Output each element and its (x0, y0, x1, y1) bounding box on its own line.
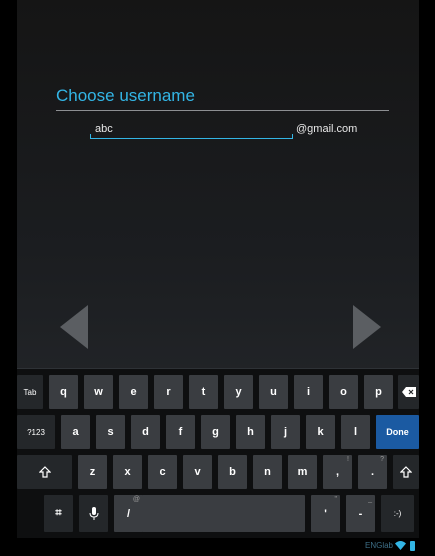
key-period[interactable]: . ? (358, 455, 387, 489)
key-dash[interactable]: - _ (346, 495, 375, 532)
key-comma-alt: ! (347, 456, 349, 463)
key-smiley[interactable]: :-) (381, 495, 414, 532)
key-c[interactable]: c (148, 455, 177, 489)
shift-icon (400, 466, 412, 478)
key-j[interactable]: j (271, 415, 300, 449)
shift-icon (38, 466, 51, 478)
soft-keyboard: Tab q w e r t y u i o p ?123 a s d f g h… (17, 368, 419, 539)
username-input-underline (90, 138, 293, 139)
key-i[interactable]: i (294, 375, 323, 409)
key-b[interactable]: b (218, 455, 247, 489)
done-button[interactable]: Done (376, 415, 419, 449)
page-title: Choose username (56, 86, 195, 105)
key-symbols[interactable]: ?123 (17, 415, 55, 449)
key-x[interactable]: x (113, 455, 142, 489)
key-z[interactable]: z (78, 455, 107, 489)
key-h[interactable]: h (236, 415, 265, 449)
domain-suffix: @gmail.com (296, 123, 358, 135)
key-e[interactable]: e (119, 375, 148, 409)
key-comma[interactable]: , ! (323, 455, 352, 489)
status-bar: ENGlab (17, 538, 419, 556)
next-button[interactable] (353, 305, 381, 349)
key-s[interactable]: s (96, 415, 125, 449)
key-dash-label: - (358, 507, 363, 520)
key-space[interactable] (142, 495, 305, 532)
back-button[interactable] (60, 305, 88, 349)
carrier-label: ENGlab (364, 541, 393, 550)
key-o[interactable]: o (329, 375, 358, 409)
key-l[interactable]: l (341, 415, 370, 449)
key-apostrophe-alt: " (334, 496, 338, 503)
key-d[interactable]: d (131, 415, 160, 449)
key-f[interactable]: f (166, 415, 195, 449)
microphone-icon (89, 506, 98, 520)
key-g[interactable]: g (201, 415, 230, 449)
key-tab[interactable]: Tab (17, 375, 43, 409)
key-w[interactable]: w (84, 375, 113, 409)
key-t[interactable]: t (189, 375, 218, 409)
key-shift-left[interactable] (17, 455, 72, 489)
key-backspace[interactable] (398, 375, 419, 409)
key-r[interactable]: r (154, 375, 183, 409)
key-n[interactable]: n (253, 455, 282, 489)
key-p[interactable]: p (364, 375, 393, 409)
key-shift-right[interactable] (393, 455, 419, 489)
key-m[interactable]: m (288, 455, 317, 489)
key-settings[interactable]: ⌗ (44, 495, 73, 532)
key-period-alt: ? (380, 456, 384, 463)
key-apostrophe[interactable]: ' " (311, 495, 340, 532)
backspace-icon (401, 387, 416, 397)
battery-icon (410, 541, 415, 551)
key-voice[interactable] (79, 495, 108, 532)
key-period-label: . (370, 466, 375, 478)
wifi-icon (395, 541, 406, 550)
key-dash-alt: _ (368, 496, 372, 503)
key-u[interactable]: u (259, 375, 288, 409)
username-input-right-edge (292, 134, 293, 139)
settings-icon: ⌗ (55, 507, 62, 519)
key-apostrophe-label: ' (324, 507, 327, 520)
key-slash-label: / (126, 507, 131, 520)
key-k[interactable]: k (306, 415, 335, 449)
key-y[interactable]: y (224, 375, 253, 409)
title-divider (56, 110, 389, 111)
triangle-left-icon (60, 305, 88, 349)
key-slash-alt: @ (132, 496, 140, 503)
key-a[interactable]: a (61, 415, 90, 449)
setup-screen: Choose username abc @gmail.com Tab q w e… (17, 0, 419, 556)
triangle-right-icon (353, 305, 381, 349)
key-v[interactable]: v (183, 455, 212, 489)
username-input[interactable]: abc (95, 123, 113, 135)
key-q[interactable]: q (49, 375, 78, 409)
key-comma-label: , (335, 466, 340, 478)
key-slash[interactable]: / @ (114, 495, 143, 532)
